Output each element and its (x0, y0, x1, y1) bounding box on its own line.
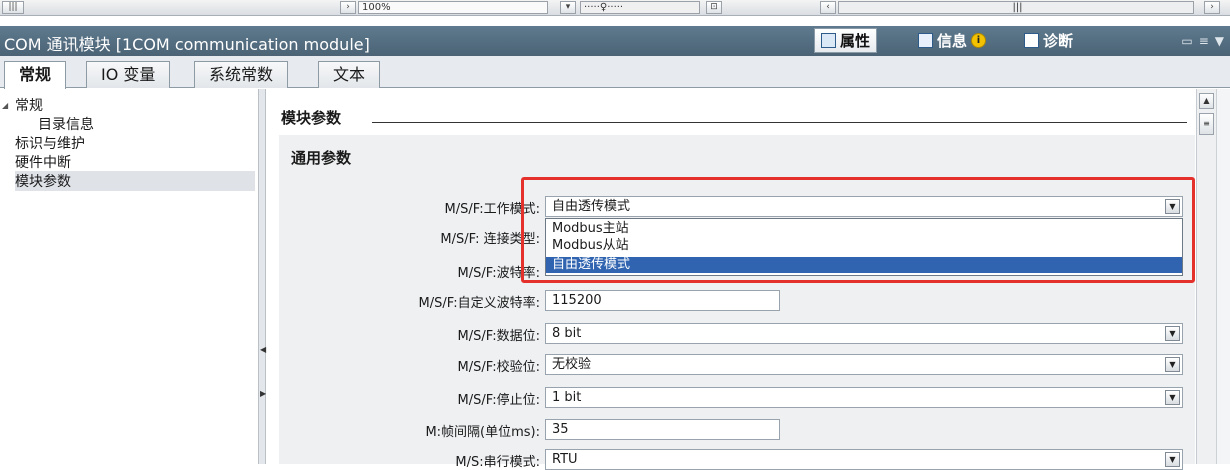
float-window-icon[interactable]: ▭ (1181, 34, 1192, 48)
info-list-icon (918, 33, 933, 48)
work-mode-dropdown-list: Modbus主站 Modbus从站 自由透传模式 (545, 218, 1183, 276)
inspector-titlebar: COM 通讯模块 [1COM communication module] 属性 … (0, 26, 1230, 56)
zoom-dropdown-button[interactable]: ▾ (560, 1, 576, 14)
parity-value: 无校验 (552, 357, 592, 372)
diagnostics-icon (1024, 33, 1039, 48)
tab-system-constants[interactable]: 系统常数 (194, 61, 289, 88)
category-tabs: 常规 IO 变量 系统常数 文本 (0, 56, 1230, 89)
nav-item-general[interactable]: 常规 (15, 95, 43, 115)
stop-bits-select[interactable]: 1 bit ▼ (545, 387, 1183, 408)
scroll-left-button[interactable]: ||| (2, 1, 24, 14)
frame-interval-input[interactable]: 35 (545, 419, 780, 440)
vertical-scrollbar[interactable]: ▲ ≡ (1196, 89, 1216, 464)
tab-properties[interactable]: 属性 (814, 28, 878, 53)
right-pane-edge (1216, 89, 1230, 464)
top-toolbar-strip: ||| › 100% ▾ ·····♀····· ⊡ ‹ ||| › (0, 0, 1230, 16)
info-badge-icon: i (971, 33, 987, 48)
hscroll-right-button[interactable]: › (1204, 1, 1220, 14)
hscroll-left-button[interactable]: ‹ (820, 1, 836, 14)
tab-diagnostics[interactable]: 诊断 (1018, 28, 1079, 53)
custom-baud-rate-input[interactable]: 115200 (545, 290, 780, 311)
chevron-down-icon[interactable]: ▼ (1165, 199, 1180, 214)
nav-item-identification[interactable]: 标识与维护 (15, 133, 85, 153)
properties-icon (821, 33, 836, 48)
section-title: 模块参数 (281, 109, 342, 127)
data-bits-value: 8 bit (552, 326, 582, 341)
splitter-left-arrow-icon[interactable]: ◀ (260, 345, 266, 354)
section-divider (372, 122, 1187, 123)
pane-splitter[interactable]: ◀ ▶ (258, 89, 266, 464)
scroll-right-button[interactable]: › (340, 1, 356, 14)
tree-collapse-icon[interactable]: ◢ (2, 101, 8, 110)
nav-item-module-parameters[interactable]: 模块参数 (15, 171, 255, 191)
nav-tree: ◢ 常规 目录信息 标识与维护 硬件中断 模块参数 (0, 89, 258, 464)
subsection-title: 通用参数 (291, 149, 352, 167)
tab-info-label: 信息 (937, 32, 968, 50)
data-bits-select[interactable]: 8 bit ▼ (545, 323, 1183, 344)
tab-info[interactable]: 信息 i (912, 28, 992, 53)
tab-general[interactable]: 常规 (4, 61, 67, 89)
option-modbus-slave[interactable]: Modbus从站 (546, 238, 1182, 254)
scroll-thumb[interactable]: ≡ (1199, 113, 1214, 135)
chevron-down-icon[interactable]: ▼ (1165, 452, 1180, 467)
option-modbus-master[interactable]: Modbus主站 (546, 221, 1182, 237)
work-mode-value: 自由透传模式 (552, 199, 631, 214)
tab-properties-label: 属性 (840, 32, 871, 50)
stop-bits-value: 1 bit (552, 390, 582, 405)
dock-menu-icon[interactable]: ≡ (1199, 34, 1209, 48)
tab-texts[interactable]: 文本 (318, 61, 381, 88)
chevron-down-icon[interactable]: ▼ (1165, 390, 1180, 405)
zoom-fit-button[interactable]: ⊡ (706, 1, 722, 14)
collapse-chevron-icon[interactable]: ▼ (1215, 34, 1224, 48)
scroll-up-icon[interactable]: ▲ (1199, 93, 1214, 109)
option-free-transparent[interactable]: 自由透传模式 (546, 257, 1182, 273)
splitter-right-arrow-icon[interactable]: ▶ (260, 389, 266, 398)
zoom-field[interactable]: 100% (358, 1, 548, 14)
serial-mode-select[interactable]: RTU ▼ (545, 449, 1183, 470)
chevron-down-icon[interactable]: ▼ (1165, 357, 1180, 372)
serial-mode-value: RTU (552, 452, 578, 467)
zoom-slider[interactable]: ·····♀····· (580, 1, 700, 14)
nav-item-catalog-info[interactable]: 目录信息 (38, 114, 94, 134)
window-controls: ▭ ≡ ▼ (1181, 34, 1224, 48)
tab-diagnostics-label: 诊断 (1043, 32, 1074, 50)
chevron-down-icon[interactable]: ▼ (1165, 326, 1180, 341)
module-title: COM 通讯模块 [1COM communication module] (4, 35, 370, 54)
tab-io-variables[interactable]: IO 变量 (86, 61, 171, 88)
work-mode-select[interactable]: 自由透传模式 ▼ (545, 196, 1183, 217)
parity-select[interactable]: 无校验 ▼ (545, 354, 1183, 375)
hscroll-track[interactable]: ||| (838, 1, 1194, 14)
nav-item-hardware-interrupt[interactable]: 硬件中断 (15, 152, 71, 172)
